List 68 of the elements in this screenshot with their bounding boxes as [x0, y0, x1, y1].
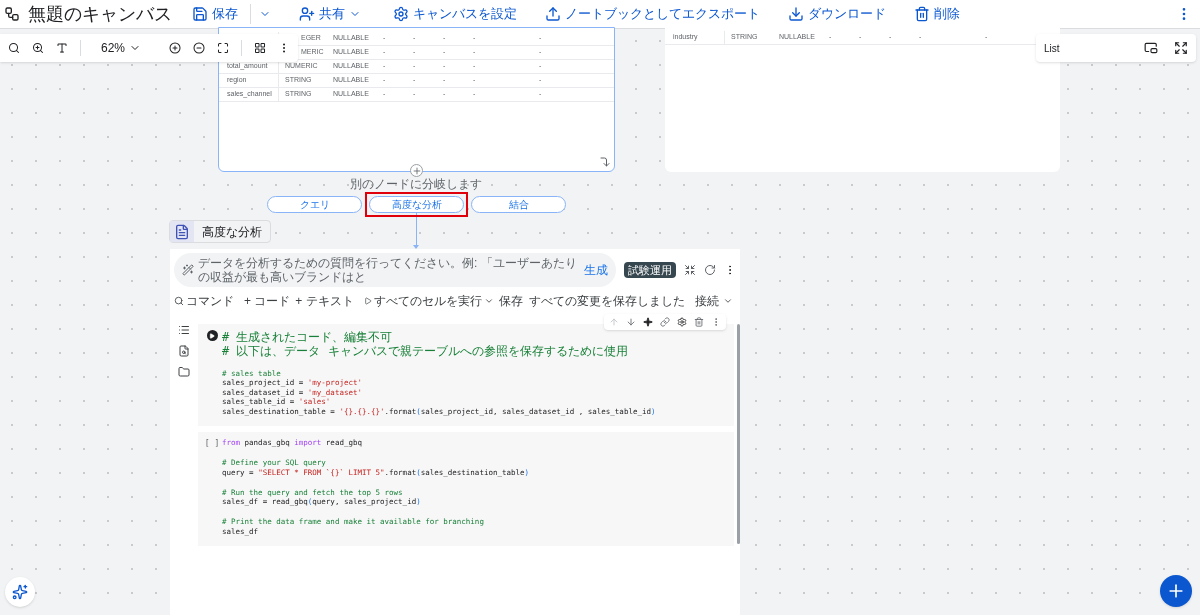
save-icon: [192, 6, 208, 22]
plus-icon: [411, 165, 422, 176]
fit-screen-icon[interactable]: [217, 41, 230, 55]
download-button[interactable]: ダウンロード: [780, 4, 894, 24]
delete-button[interactable]: 削除: [906, 4, 968, 24]
settings-icon: [393, 6, 409, 22]
play-icon: [209, 332, 215, 339]
trash-icon: [914, 6, 930, 22]
notebook-icon: [174, 223, 190, 240]
scrollbar[interactable]: [737, 324, 740, 544]
table-of-contents-icon[interactable]: [178, 324, 190, 336]
add-text-button[interactable]: + テキスト: [295, 292, 354, 310]
prompt-field[interactable]: データを分析するための質問を行ってください。例: 「ユーザーあたりの収益が最も高いブランドはと 生成: [174, 253, 616, 287]
branch-label: 別のノードに分岐します: [349, 178, 483, 191]
run-all-button[interactable]: すべてのセルを実行: [363, 292, 494, 310]
add-button[interactable]: [1160, 575, 1192, 607]
zoom-level-dropdown[interactable]: 62%: [100, 39, 141, 57]
branch-option-button[interactable]: 結合: [471, 196, 566, 213]
refresh-icon[interactable]: [704, 264, 716, 276]
code-line: # 生成されたコード、編集不可: [222, 330, 393, 344]
panel-title: List: [1044, 41, 1060, 56]
download-icon: [788, 6, 804, 22]
zoom-out-icon[interactable]: [193, 41, 206, 55]
resize-icon[interactable]: [599, 156, 611, 168]
share-button[interactable]: 共有: [291, 4, 369, 24]
zoom-icon[interactable]: [32, 41, 45, 55]
search-icon[interactable]: [8, 41, 21, 55]
sparkle-icon: [12, 584, 28, 600]
run-cell-button[interactable]: [206, 330, 218, 341]
magic-wand-icon: [182, 264, 194, 276]
folder-icon[interactable]: [178, 366, 190, 378]
settings-button[interactable]: キャンバスを設定: [385, 4, 525, 24]
search-icon: [174, 296, 184, 306]
expand-icon[interactable]: [1174, 41, 1188, 55]
execution-count: [ ]: [204, 438, 220, 450]
zoom-in-icon[interactable]: [169, 41, 181, 55]
save-button[interactable]: 保存: [498, 292, 523, 310]
save-button[interactable]: 保存: [184, 4, 246, 24]
export-button[interactable]: ノートブックとしてエクスポート: [537, 4, 768, 24]
upload-icon: [545, 6, 561, 22]
code-line: # 以下は、データ キャンバスで親テーブルへの参照を保存するために使用: [222, 344, 628, 358]
code-cell[interactable]: [198, 324, 734, 426]
move-down-icon[interactable]: [626, 317, 636, 327]
collapse-icon[interactable]: [684, 264, 696, 276]
sparkle-icon[interactable]: [643, 317, 653, 327]
prompt-placeholder: データを分析するための質問を行ってください。例: 「ユーザーあたりの収益が最も高いブランドはと: [198, 256, 578, 284]
canvas-title: 無題のキャンバス: [28, 2, 172, 26]
trash-icon[interactable]: [694, 317, 704, 327]
text-size-icon[interactable]: [56, 41, 69, 55]
command-button[interactable]: コマンド: [174, 292, 234, 310]
generate-link[interactable]: 生成: [584, 261, 608, 279]
caret-icon: [483, 296, 494, 306]
settings-icon[interactable]: [677, 317, 687, 327]
pip-icon[interactable]: [1144, 41, 1158, 55]
add-code-button[interactable]: + コード: [244, 292, 291, 310]
canvas-logo-icon: [4, 6, 20, 22]
play-icon: [363, 297, 372, 305]
grid-icon[interactable]: [253, 41, 266, 55]
branch-option-button[interactable]: 高度な分析: [369, 196, 464, 213]
connect-button[interactable]: 接続: [694, 292, 733, 310]
branch-option-button[interactable]: クエリ: [267, 196, 362, 213]
link-icon[interactable]: [660, 317, 670, 327]
node-title: 高度な分析: [202, 223, 262, 241]
person-add-icon: [299, 6, 315, 22]
caret-icon: [722, 296, 733, 306]
save-status: すべての変更を保存しました: [528, 293, 685, 310]
find-icon[interactable]: [178, 345, 190, 357]
experimental-badge: 試験運用: [624, 261, 676, 279]
